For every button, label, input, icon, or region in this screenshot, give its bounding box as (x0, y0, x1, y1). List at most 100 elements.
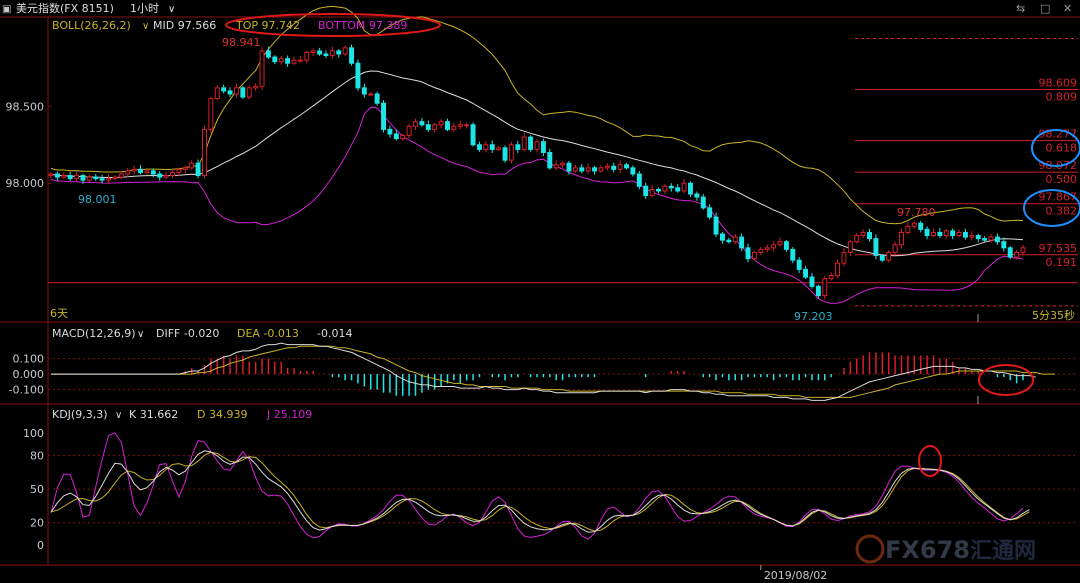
maximize-icon[interactable]: □ (1040, 2, 1050, 15)
candle-body (771, 244, 777, 249)
candle-body (732, 236, 738, 243)
kdj-axis: 100 80 50 20 0 (23, 427, 44, 552)
candle-body (265, 50, 271, 58)
candle-body (349, 47, 355, 64)
candle-body (950, 230, 956, 237)
countdown-timer: 5分35秒 (1032, 308, 1075, 322)
candle-body (585, 167, 591, 172)
candle-body (668, 185, 674, 189)
candle-body (285, 58, 291, 64)
kdj-pane[interactable]: 100 80 50 20 0 KDJ(9,3,3) ∨ K 31.662 D 34.93… (23, 408, 1078, 564)
app-icon[interactable]: ▣ (2, 4, 11, 15)
candle-body (170, 171, 175, 177)
candle-body (745, 247, 751, 260)
candle-body (425, 124, 431, 130)
candle-body (975, 235, 981, 240)
candle-body (457, 124, 463, 127)
candle-body (982, 238, 988, 241)
candle-body (521, 136, 527, 150)
candle-body (310, 50, 316, 53)
candle-body (905, 225, 911, 233)
candle-body (445, 121, 450, 130)
candle-body (873, 238, 879, 257)
y-tick-label: -0.100 (9, 384, 44, 397)
price-pane[interactable]: 98.6090.80998.2770.61898.0720.50097.8670… (6, 5, 1080, 323)
candle-body (214, 87, 220, 100)
candle-body (144, 170, 150, 173)
candle-body (278, 58, 284, 63)
range-label: 6天 (50, 307, 68, 320)
candle-body (540, 141, 546, 153)
candle-body (796, 259, 802, 270)
chevron-down-icon[interactable]: ∨ (168, 4, 175, 15)
chevron-down-icon[interactable]: ∨ (115, 410, 122, 421)
candle-body (534, 141, 540, 150)
candle-body (560, 162, 566, 166)
fib-ratio-label: 0.500 (1046, 173, 1078, 186)
candle-body (841, 251, 847, 264)
candle-body (131, 168, 137, 172)
candle-body (758, 248, 764, 253)
candle-body (233, 87, 239, 95)
candle-body (892, 244, 898, 253)
high-annotation: 98.941 (222, 36, 261, 49)
candle-body (835, 262, 841, 277)
kdj-d-line (50, 451, 1030, 532)
close-icon[interactable]: ✕ (1063, 2, 1072, 15)
candle-body (681, 182, 687, 192)
candle-body (675, 187, 681, 192)
candle-body (1007, 247, 1013, 258)
candle-body (451, 125, 457, 130)
boll-mid-label: MID 97.566 (153, 19, 216, 32)
candle-body (886, 251, 892, 261)
candle-body (99, 178, 105, 181)
y-tick-label: 0 (37, 539, 44, 552)
y-tick-label: 98.500 (6, 100, 45, 113)
candle-body (182, 167, 188, 170)
kdj-j-label: J 25.109 (266, 408, 312, 421)
candle-body (291, 59, 297, 64)
chevron-down-icon[interactable]: ∨ (137, 329, 144, 340)
bollinger-bands (50, 5, 1024, 304)
candle-body (476, 144, 482, 150)
candle-body (688, 182, 693, 195)
candle-body (502, 147, 508, 161)
chevron-down-icon[interactable]: ∨ (142, 21, 149, 32)
candle-body (598, 167, 604, 172)
candle-body (317, 50, 323, 55)
date-axis: 2019/08/022019/08/05 (760, 565, 827, 582)
candle-body (553, 164, 559, 169)
boll-indicator-label[interactable]: BOLL(26,26,2) (52, 19, 131, 32)
candle-body (822, 278, 828, 297)
macd-pane[interactable]: 0.100 0.000 -0.100 MACD(12,26,9) ∨ DIFF -0… (9, 327, 1078, 404)
candle-body (118, 173, 124, 178)
candle-body (393, 133, 399, 140)
candle-body (86, 176, 92, 181)
candle-body (911, 222, 917, 227)
candle-body (489, 144, 495, 150)
candle-body (592, 167, 598, 172)
candle-body (54, 173, 60, 178)
highlight-circle (978, 364, 1034, 396)
candle-body (854, 235, 860, 243)
candle-body (163, 175, 169, 178)
candle-body (707, 207, 713, 218)
candle-body (138, 168, 143, 173)
kdj-indicator-label[interactable]: KDJ(9,3,3) (52, 408, 108, 421)
candle-body (483, 144, 489, 150)
candle-body (751, 251, 757, 260)
svg-text:汇通网: 汇通网 (970, 539, 1036, 564)
candle-body (227, 90, 233, 95)
period-selector[interactable]: 1小时 (130, 2, 159, 15)
candle-body (67, 175, 73, 180)
x-tick-label: 2019/08/02 (764, 569, 827, 582)
candle-body (994, 236, 1000, 243)
candle-body (304, 51, 310, 61)
fx678-watermark-logo: FX678 汇通网 (855, 534, 1036, 564)
chart-canvas: ▣ 美元指数(FX 8151) 1小时 ∨ ⇆ □ ✕ 98.6090.809 9… (0, 0, 1080, 582)
macd-lines (51, 342, 1055, 401)
swap-icon[interactable]: ⇆ (1016, 2, 1025, 15)
macd-indicator-label[interactable]: MACD(12,26,9) (52, 327, 136, 340)
candle-body (969, 235, 975, 238)
candle-body (470, 124, 476, 146)
